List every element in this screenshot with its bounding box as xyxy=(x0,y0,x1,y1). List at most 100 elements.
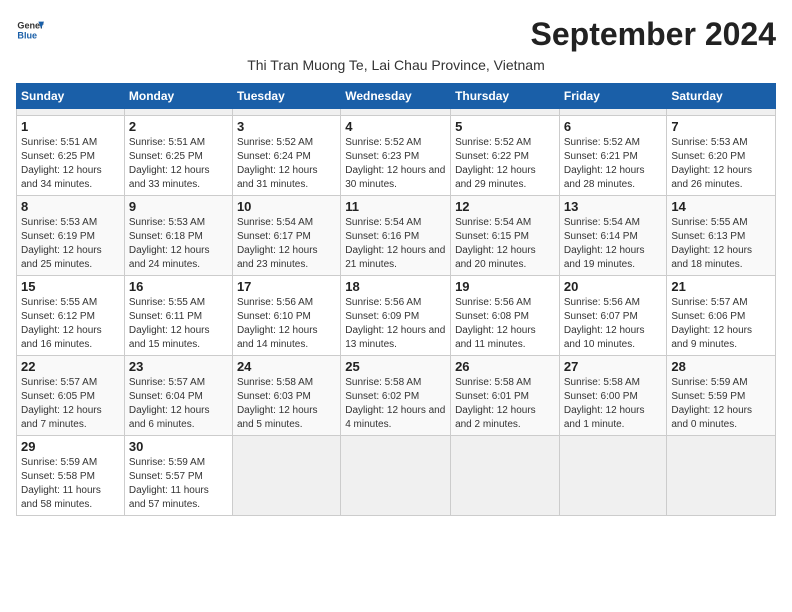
empty-cell xyxy=(124,109,232,116)
day-info: Sunrise: 5:54 AMSunset: 6:17 PMDaylight:… xyxy=(237,216,336,272)
empty-cell xyxy=(232,109,340,116)
day-cell-22: 22Sunrise: 5:57 AMSunset: 6:05 PMDayligh… xyxy=(17,356,125,436)
day-info: Sunrise: 5:54 AMSunset: 6:14 PMDaylight:… xyxy=(564,216,663,272)
day-number: 30 xyxy=(129,439,228,454)
day-cell-16: 16 Sunrise: 5:55 AMSunset: 6:11 PMDayligh… xyxy=(124,276,232,356)
empty-cell xyxy=(559,109,667,116)
day-info: Sunrise: 5:52 AMSunset: 6:24 PMDaylight:… xyxy=(237,136,336,192)
day-number: 27 xyxy=(564,359,663,374)
day-cell-12: 12 Sunrise: 5:54 AMSunset: 6:15 PMDayligh… xyxy=(451,196,560,276)
empty-cell xyxy=(667,436,776,516)
day-cell-25: 25 Sunrise: 5:58 AMSunset: 6:02 PMDayligh… xyxy=(341,356,451,436)
day-info: Sunrise: 5:56 AMSunset: 6:10 PMDaylight:… xyxy=(237,296,336,352)
day-info: Sunrise: 5:55 AMSunset: 6:12 PMDaylight:… xyxy=(21,296,120,352)
day-info: Sunrise: 5:53 AMSunset: 6:18 PMDaylight:… xyxy=(129,216,228,272)
logo: General Blue xyxy=(16,16,48,44)
day-info: Sunrise: 5:59 AMSunset: 5:59 PMDaylight:… xyxy=(671,376,771,432)
day-number: 26 xyxy=(455,359,555,374)
column-header-tuesday: Tuesday xyxy=(232,84,340,109)
day-cell-7: 7 Sunrise: 5:53 AMSunset: 6:20 PMDaylight… xyxy=(667,116,776,196)
day-number: 15 xyxy=(21,279,120,294)
day-cell-18: 18 Sunrise: 5:56 AMSunset: 6:09 PMDayligh… xyxy=(341,276,451,356)
subtitle: Thi Tran Muong Te, Lai Chau Province, Vi… xyxy=(16,57,776,73)
day-cell-1: 1Sunrise: 5:51 AMSunset: 6:25 PMDaylight… xyxy=(17,116,125,196)
day-number: 14 xyxy=(671,199,771,214)
day-number: 7 xyxy=(671,119,771,134)
day-cell-23: 23 Sunrise: 5:57 AMSunset: 6:04 PMDayligh… xyxy=(124,356,232,436)
day-info: Sunrise: 5:52 AMSunset: 6:22 PMDaylight:… xyxy=(455,136,555,192)
day-info: Sunrise: 5:56 AMSunset: 6:08 PMDaylight:… xyxy=(455,296,555,352)
day-cell-21: 21 Sunrise: 5:57 AMSunset: 6:06 PMDayligh… xyxy=(667,276,776,356)
day-number: 8 xyxy=(21,199,120,214)
month-title: September 2024 xyxy=(531,16,776,53)
day-cell-24: 24 Sunrise: 5:58 AMSunset: 6:03 PMDayligh… xyxy=(232,356,340,436)
day-number: 11 xyxy=(345,199,446,214)
day-cell-17: 17Sunrise: 5:56 AMSunset: 6:10 PMDayligh… xyxy=(232,276,340,356)
day-cell-2: 2 Sunrise: 5:51 AMSunset: 6:25 PMDaylight… xyxy=(124,116,232,196)
day-cell-4: 4Sunrise: 5:52 AMSunset: 6:23 PMDaylight… xyxy=(341,116,451,196)
day-number: 24 xyxy=(237,359,336,374)
empty-cell xyxy=(451,436,560,516)
day-cell-5: 5 Sunrise: 5:52 AMSunset: 6:22 PMDaylight… xyxy=(451,116,560,196)
column-header-wednesday: Wednesday xyxy=(341,84,451,109)
column-header-saturday: Saturday xyxy=(667,84,776,109)
day-info: Sunrise: 5:58 AMSunset: 6:03 PMDaylight:… xyxy=(237,376,336,432)
day-cell-26: 26Sunrise: 5:58 AMSunset: 6:01 PMDayligh… xyxy=(451,356,560,436)
day-number: 2 xyxy=(129,119,228,134)
day-number: 28 xyxy=(671,359,771,374)
day-info: Sunrise: 5:55 AMSunset: 6:11 PMDaylight:… xyxy=(129,296,228,352)
day-info: Sunrise: 5:59 AMSunset: 5:58 PMDaylight:… xyxy=(21,456,120,512)
column-header-monday: Monday xyxy=(124,84,232,109)
day-info: Sunrise: 5:56 AMSunset: 6:07 PMDaylight:… xyxy=(564,296,663,352)
day-number: 12 xyxy=(455,199,555,214)
day-number: 18 xyxy=(345,279,446,294)
day-info: Sunrise: 5:56 AMSunset: 6:09 PMDaylight:… xyxy=(345,296,446,352)
day-cell-10: 10 Sunrise: 5:54 AMSunset: 6:17 PMDayligh… xyxy=(232,196,340,276)
day-number: 9 xyxy=(129,199,228,214)
day-cell-19: 19 Sunrise: 5:56 AMSunset: 6:08 PMDayligh… xyxy=(451,276,560,356)
day-info: Sunrise: 5:59 AMSunset: 5:57 PMDaylight:… xyxy=(129,456,228,512)
day-number: 19 xyxy=(455,279,555,294)
day-number: 10 xyxy=(237,199,336,214)
day-info: Sunrise: 5:57 AMSunset: 6:04 PMDaylight:… xyxy=(129,376,228,432)
day-number: 16 xyxy=(129,279,228,294)
day-info: Sunrise: 5:51 AMSunset: 6:25 PMDaylight:… xyxy=(129,136,228,192)
day-number: 3 xyxy=(237,119,336,134)
svg-text:Blue: Blue xyxy=(17,30,37,40)
day-number: 25 xyxy=(345,359,446,374)
day-number: 23 xyxy=(129,359,228,374)
day-info: Sunrise: 5:58 AMSunset: 6:00 PMDaylight:… xyxy=(564,376,663,432)
column-header-friday: Friday xyxy=(559,84,667,109)
day-info: Sunrise: 5:52 AMSunset: 6:21 PMDaylight:… xyxy=(564,136,663,192)
day-number: 5 xyxy=(455,119,555,134)
empty-cell xyxy=(667,109,776,116)
day-cell-20: 20 Sunrise: 5:56 AMSunset: 6:07 PMDayligh… xyxy=(559,276,667,356)
empty-cell xyxy=(17,109,125,116)
day-cell-13: 13Sunrise: 5:54 AMSunset: 6:14 PMDayligh… xyxy=(559,196,667,276)
day-info: Sunrise: 5:58 AMSunset: 6:02 PMDaylight:… xyxy=(345,376,446,432)
day-cell-15: 15 Sunrise: 5:55 AMSunset: 6:12 PMDayligh… xyxy=(17,276,125,356)
day-cell-8: 8 Sunrise: 5:53 AMSunset: 6:19 PMDaylight… xyxy=(17,196,125,276)
day-cell-11: 11Sunrise: 5:54 AMSunset: 6:16 PMDayligh… xyxy=(341,196,451,276)
day-info: Sunrise: 5:54 AMSunset: 6:15 PMDaylight:… xyxy=(455,216,555,272)
day-cell-29: 29Sunrise: 5:59 AMSunset: 5:58 PMDayligh… xyxy=(17,436,125,516)
day-number: 20 xyxy=(564,279,663,294)
column-header-sunday: Sunday xyxy=(17,84,125,109)
empty-cell xyxy=(559,436,667,516)
column-header-thursday: Thursday xyxy=(451,84,560,109)
day-number: 4 xyxy=(345,119,446,134)
day-cell-9: 9 Sunrise: 5:53 AMSunset: 6:18 PMDaylight… xyxy=(124,196,232,276)
day-info: Sunrise: 5:57 AMSunset: 6:05 PMDaylight:… xyxy=(21,376,120,432)
day-number: 21 xyxy=(671,279,771,294)
day-cell-30: 30 Sunrise: 5:59 AMSunset: 5:57 PMDayligh… xyxy=(124,436,232,516)
day-info: Sunrise: 5:53 AMSunset: 6:20 PMDaylight:… xyxy=(671,136,771,192)
day-info: Sunrise: 5:55 AMSunset: 6:13 PMDaylight:… xyxy=(671,216,771,272)
day-info: Sunrise: 5:53 AMSunset: 6:19 PMDaylight:… xyxy=(21,216,120,272)
day-info: Sunrise: 5:51 AMSunset: 6:25 PMDaylight:… xyxy=(21,136,120,192)
day-cell-27: 27 Sunrise: 5:58 AMSunset: 6:00 PMDayligh… xyxy=(559,356,667,436)
day-cell-6: 6Sunrise: 5:52 AMSunset: 6:21 PMDaylight… xyxy=(559,116,667,196)
empty-cell xyxy=(451,109,560,116)
day-info: Sunrise: 5:57 AMSunset: 6:06 PMDaylight:… xyxy=(671,296,771,352)
empty-cell xyxy=(341,436,451,516)
day-cell-14: 14 Sunrise: 5:55 AMSunset: 6:13 PMDayligh… xyxy=(667,196,776,276)
